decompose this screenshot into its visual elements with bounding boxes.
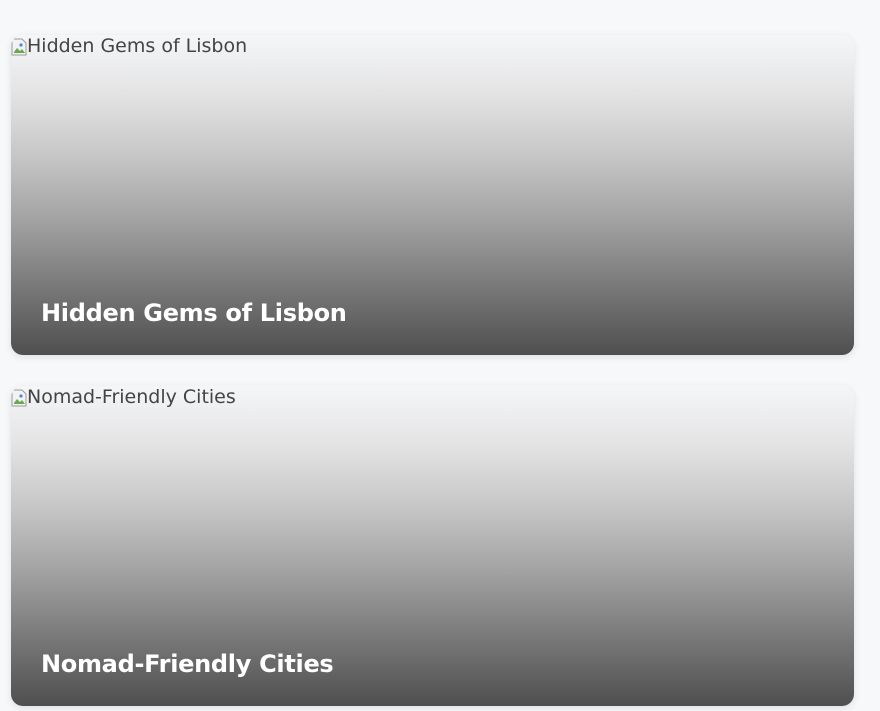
card-image: Hidden Gems of Lisbon <box>11 35 247 57</box>
card-image-alt-text: Nomad-Friendly Cities <box>27 386 236 408</box>
broken-image-icon <box>11 38 27 56</box>
card-image-alt-text: Hidden Gems of Lisbon <box>27 35 248 57</box>
destination-card[interactable]: Nomad-Friendly Cities Nomad-Friendly Cit… <box>11 386 854 706</box>
broken-image-icon <box>11 389 27 407</box>
destination-card[interactable]: Hidden Gems of Lisbon Hidden Gems of Lis… <box>11 35 854 355</box>
card-title[interactable]: Nomad-Friendly Cities <box>41 650 334 678</box>
card-image: Nomad-Friendly Cities <box>11 386 236 408</box>
card-title[interactable]: Hidden Gems of Lisbon <box>41 299 347 327</box>
